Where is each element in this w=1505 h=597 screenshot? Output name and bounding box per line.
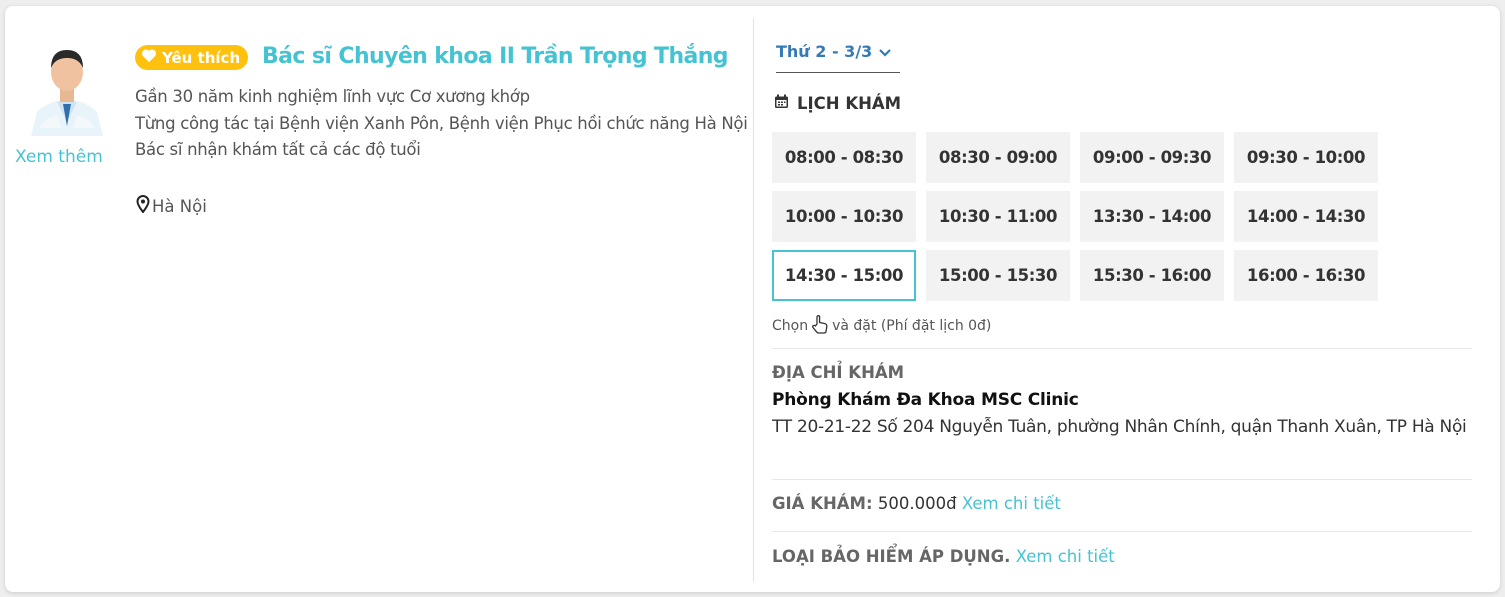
heart-icon <box>141 48 157 67</box>
booking-hint-suffix: và đặt (Phí đặt lịch 0đ) <box>832 318 992 334</box>
section-divider <box>772 348 1472 349</box>
time-slot[interactable]: 15:30 - 16:00 <box>1080 250 1224 301</box>
insurance-details-link[interactable]: Xem chi tiết <box>1016 547 1115 566</box>
pointer-hand-icon <box>810 314 830 338</box>
see-more-link[interactable]: Xem thêm <box>15 147 103 167</box>
time-slot[interactable]: 09:30 - 10:00 <box>1234 132 1378 183</box>
description-line: Từng công tác tại Bệnh viện Xanh Pôn, Bệ… <box>135 113 748 133</box>
favorite-label: Yêu thích <box>162 48 241 67</box>
description-line: Bác sĩ nhận khám tất cả các độ tuổi <box>135 140 421 159</box>
doctor-info-column: Xem thêm Yêu thích Bác sĩ Chuyên khoa II… <box>5 6 753 592</box>
time-slot-grid: 08:00 - 08:30 08:30 - 09:00 09:00 - 09:3… <box>772 132 1392 301</box>
time-slot[interactable]: 08:00 - 08:30 <box>772 132 916 183</box>
booking-column: Thứ 2 - 3/3 LỊCH KHÁM 08:00 - 08:30 08:3… <box>772 6 1472 592</box>
booking-hint: Chọn và đặt (Phí đặt lịch 0đ) <box>772 314 991 338</box>
day-select-value: Thứ 2 - 3/3 <box>776 42 873 61</box>
schedule-title-text: LỊCH KHÁM <box>797 94 902 113</box>
calendar-icon <box>774 94 789 113</box>
time-slot[interactable]: 10:30 - 11:00 <box>926 191 1070 242</box>
price-value: 500.000đ <box>877 494 957 513</box>
doctor-avatar[interactable] <box>27 42 107 136</box>
insurance-label: LOẠI BẢO HIỂM ÁP DỤNG. <box>772 547 1011 566</box>
address-title: ĐỊA CHỈ KHÁM <box>772 363 905 382</box>
description-line: Gần 30 năm kinh nghiệm lĩnh vực Cơ xương… <box>135 87 530 106</box>
time-slot[interactable]: 15:00 - 15:30 <box>926 250 1070 301</box>
price-row: GIÁ KHÁM: 500.000đ Xem chi tiết <box>772 494 1061 513</box>
clinic-name: Phòng Khám Đa Khoa MSC Clinic <box>772 390 1079 410</box>
map-pin-icon <box>136 194 150 217</box>
schedule-title: LỊCH KHÁM <box>774 94 901 113</box>
time-slot[interactable]: 14:00 - 14:30 <box>1234 191 1378 242</box>
doctor-name-link[interactable]: Bác sĩ Chuyên khoa II Trần Trọng Thắng <box>262 44 729 69</box>
section-divider <box>772 531 1472 532</box>
clinic-address: TT 20-21-22 Số 204 Nguyễn Tuân, phường N… <box>772 417 1467 437</box>
doctor-description: Gần 30 năm kinh nghiệm lĩnh vực Cơ xương… <box>135 84 755 164</box>
time-slot[interactable]: 16:00 - 16:30 <box>1234 250 1378 301</box>
booking-hint-prefix: Chọn <box>772 318 809 334</box>
time-slot[interactable]: 09:00 - 09:30 <box>1080 132 1224 183</box>
price-label: GIÁ KHÁM: <box>772 494 873 513</box>
chevron-down-icon <box>878 42 892 64</box>
time-slot[interactable]: 08:30 - 09:00 <box>926 132 1070 183</box>
doctor-location: Hà Nội <box>136 194 207 217</box>
time-slot[interactable]: 10:00 - 10:30 <box>772 191 916 242</box>
time-slot[interactable]: 14:30 - 15:00 <box>772 250 916 301</box>
section-divider <box>772 479 1472 480</box>
insurance-row: LOẠI BẢO HIỂM ÁP DỤNG. Xem chi tiết <box>772 547 1115 566</box>
favorite-badge: Yêu thích <box>135 45 249 70</box>
time-slot[interactable]: 13:30 - 14:00 <box>1080 191 1224 242</box>
day-select-dropdown[interactable]: Thứ 2 - 3/3 <box>776 42 900 73</box>
column-divider <box>753 18 754 582</box>
doctor-card: Xem thêm Yêu thích Bác sĩ Chuyên khoa II… <box>5 6 1500 592</box>
price-details-link[interactable]: Xem chi tiết <box>962 494 1061 513</box>
location-text: Hà Nội <box>152 196 207 216</box>
